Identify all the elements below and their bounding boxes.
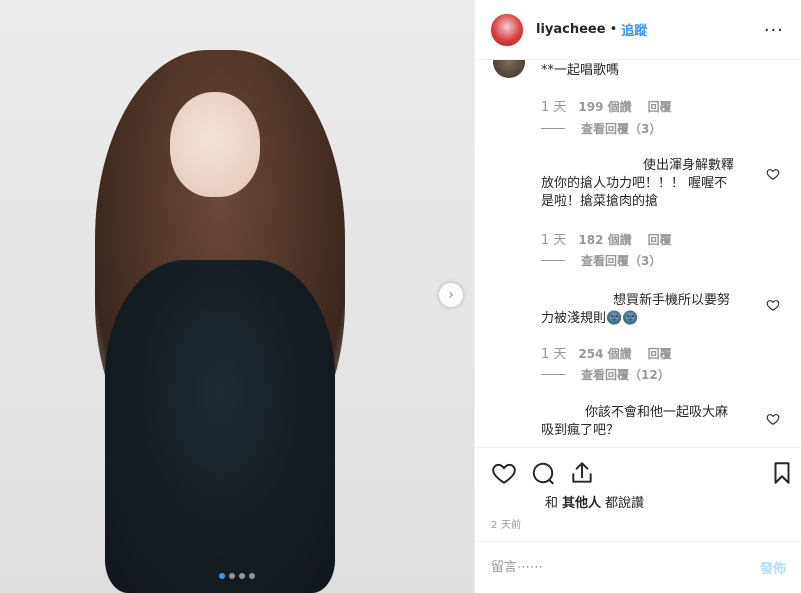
reply-button[interactable]: 回覆 (648, 98, 672, 115)
carousel-dot (249, 573, 255, 579)
reply-button[interactable]: 回覆 (648, 345, 672, 362)
comment-likes[interactable]: 254 個讚 (578, 345, 631, 362)
photo-subject-coat (105, 260, 335, 593)
username[interactable]: liyacheee (536, 22, 606, 37)
commenter-avatar[interactable] (493, 60, 525, 78)
liked-by-summary: 和 其他人 都說讚 (545, 492, 644, 511)
view-replies-button[interactable]: 查看回覆（3） (541, 252, 661, 269)
follow-button[interactable]: 追蹤 (621, 20, 647, 39)
comment-line: 使出渾身解數釋 (643, 158, 735, 173)
replies-divider (541, 374, 565, 375)
comment-likes[interactable]: 182 個讚 (578, 231, 631, 248)
view-replies-label: 查看回覆（12） (581, 368, 670, 382)
comment-line: 吸到瘋了吧？ (541, 423, 620, 438)
post-timestamp[interactable]: 2 天前 (491, 516, 521, 531)
post-actions-bar (475, 447, 801, 492)
next-photo-button[interactable]: › (439, 283, 463, 307)
comment-text: 使出渾身解數釋 放你的搶人功力吧！！！ 喔喔不 是啦！搶菜搶肉的搶 (541, 157, 756, 211)
liked-by-others-link[interactable]: 其他人 (562, 492, 601, 511)
bookmark-icon[interactable] (769, 460, 795, 486)
comment-input[interactable] (491, 560, 760, 575)
replies-divider (541, 128, 565, 129)
comment-line: 你該不會和他一起吸大麻 (585, 405, 729, 420)
comment-composer: 發佈 (475, 541, 801, 593)
comment-bubble-icon[interactable] (530, 460, 556, 486)
comment-line: 是啦！搶菜搶肉的搶 (541, 194, 659, 209)
carousel-dot (229, 573, 235, 579)
heart-outline-icon[interactable] (491, 460, 517, 486)
share-upload-icon[interactable] (569, 460, 595, 486)
comment-time[interactable]: 1 天 (541, 229, 566, 248)
comment-meta: 1 天 199 個讚 回覆 (541, 96, 672, 115)
post-header: liyacheee • 追蹤 ··· (475, 0, 801, 60)
comment-line: 想買新手機所以要努 (613, 293, 731, 308)
comment-meta: 1 天 254 個讚 回覆 (541, 343, 672, 362)
carousel-dots (0, 573, 474, 579)
comment-text: 想買新手機所以要努 力被淺規則🌚🌚 (541, 292, 756, 328)
post-photo[interactable]: › (0, 0, 474, 593)
liked-by-and: 和 (545, 496, 559, 511)
carousel-dot (239, 573, 245, 579)
comment-likes[interactable]: 199 個讚 (578, 98, 631, 115)
replies-divider (541, 260, 565, 261)
view-replies-label: 查看回覆（3） (581, 254, 662, 268)
view-replies-button[interactable]: 查看回覆（12） (541, 366, 670, 383)
view-replies-button[interactable]: 查看回覆（3） (541, 120, 661, 137)
comment-like-heart-icon[interactable] (766, 412, 780, 426)
reply-button[interactable]: 回覆 (648, 231, 672, 248)
comment-time[interactable]: 1 天 (541, 343, 566, 362)
post-side-panel: liyacheee • 追蹤 ··· **一起唱歌嗎 1 天 199 個讚 回覆… (474, 0, 801, 593)
comment-time[interactable]: 1 天 (541, 96, 566, 115)
comments-list[interactable]: **一起唱歌嗎 1 天 199 個讚 回覆 查看回覆（3） 使出渾身解數釋 放你… (475, 60, 801, 447)
liked-by-suffix: 都說讚 (605, 496, 645, 511)
comment-text: 你該不會和他一起吸大麻 吸到瘋了吧？ (541, 404, 756, 440)
chevron-right-icon: › (448, 287, 454, 303)
comment-line: 放你的搶人功力吧！！！ 喔喔不 (541, 176, 728, 191)
comment-like-heart-icon[interactable] (766, 167, 780, 181)
comment-like-heart-icon[interactable] (766, 298, 780, 312)
comment-line: 力被淺規則🌚🌚 (541, 311, 639, 326)
instagram-post: › liyacheee • 追蹤 ··· **一起唱歌嗎 1 天 199 個讚 … (0, 0, 801, 593)
view-replies-label: 查看回覆（3） (581, 122, 662, 136)
more-options-icon[interactable]: ··· (764, 20, 784, 41)
carousel-dot (219, 573, 225, 579)
publish-button[interactable]: 發佈 (760, 558, 786, 577)
comment-meta: 1 天 182 個讚 回覆 (541, 229, 672, 248)
photo-subject-face (170, 92, 260, 197)
comment-text: **一起唱歌嗎 (541, 63, 620, 78)
separator-dot: • (609, 22, 618, 37)
avatar[interactable] (490, 12, 524, 47)
